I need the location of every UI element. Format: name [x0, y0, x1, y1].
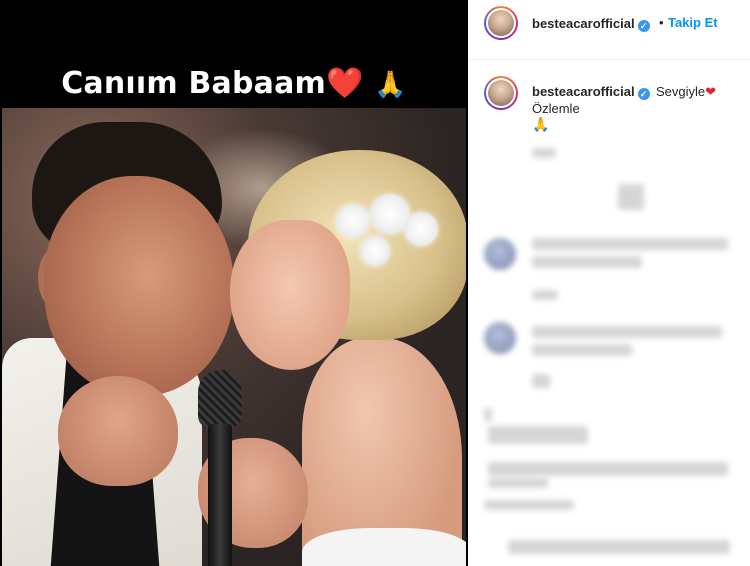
comment-username[interactable]: besteacarofficial ✓: [532, 84, 650, 100]
verified-badge-icon: ✓: [637, 20, 650, 32]
avatar[interactable]: [484, 76, 518, 110]
blurred-element: [618, 184, 644, 210]
woman-dress: [302, 528, 466, 566]
caption-text: Canıım Babaam: [61, 66, 327, 101]
comment-text-line2: Özlemle: [532, 101, 580, 116]
username-text[interactable]: besteacarofficial: [532, 16, 635, 31]
hair-flower: [360, 236, 390, 266]
hair-flower: [336, 204, 370, 238]
avatar[interactable]: [484, 6, 518, 40]
separator-dot: •: [659, 15, 664, 30]
blurred-avatar: [484, 322, 516, 354]
woman-face: [230, 220, 350, 370]
username-text[interactable]: besteacarofficial: [532, 84, 635, 99]
post-panel: besteacarofficial ✓ • Takip Et besteacaro…: [468, 0, 750, 566]
story-caption: Canıım Babaam❤️ 🙏: [0, 66, 468, 101]
comment-text: Sevgiyle❤: [656, 84, 716, 100]
blurred-comment: [488, 462, 728, 476]
blurred-input: [508, 540, 730, 554]
praying-hands-icon: 🙏: [532, 116, 550, 132]
blurred-icons: [488, 426, 588, 444]
blurred-element: [484, 408, 492, 422]
microphone: [198, 370, 242, 566]
man-hand: [58, 376, 178, 486]
avatar-image: [488, 80, 514, 106]
blurred-comment: [532, 326, 722, 338]
blurred-comment: [532, 344, 632, 356]
follow-button[interactable]: Takip Et: [668, 15, 718, 30]
hair-flower: [404, 212, 438, 246]
microphone-handle: [208, 424, 232, 566]
blurred-element: [532, 374, 550, 388]
blurred-comment: [532, 238, 728, 250]
blurred-timestamp: [484, 500, 574, 510]
blurred-timestamp: [532, 148, 556, 158]
avatar-image: [488, 10, 514, 36]
story-media: Canıım Babaam❤️ 🙏: [0, 0, 468, 566]
header-username[interactable]: besteacarofficial ✓: [532, 16, 650, 32]
blurred-timestamp: [532, 290, 558, 300]
microphone-head: [198, 370, 242, 428]
heart-icon: ❤: [705, 84, 717, 99]
blurred-comment: [488, 478, 548, 488]
heart-icon: ❤️: [326, 66, 364, 101]
post-photo: [2, 108, 466, 566]
comment-text-main: Sevgiyle: [656, 84, 706, 99]
blurred-avatar: [484, 238, 516, 270]
blurred-comment: [532, 256, 642, 268]
verified-badge-icon: ✓: [637, 88, 650, 100]
man-face: [44, 176, 234, 396]
praying-hands-icon: 🙏: [374, 70, 407, 100]
post-header: besteacarofficial ✓ • Takip Et: [468, 0, 750, 60]
